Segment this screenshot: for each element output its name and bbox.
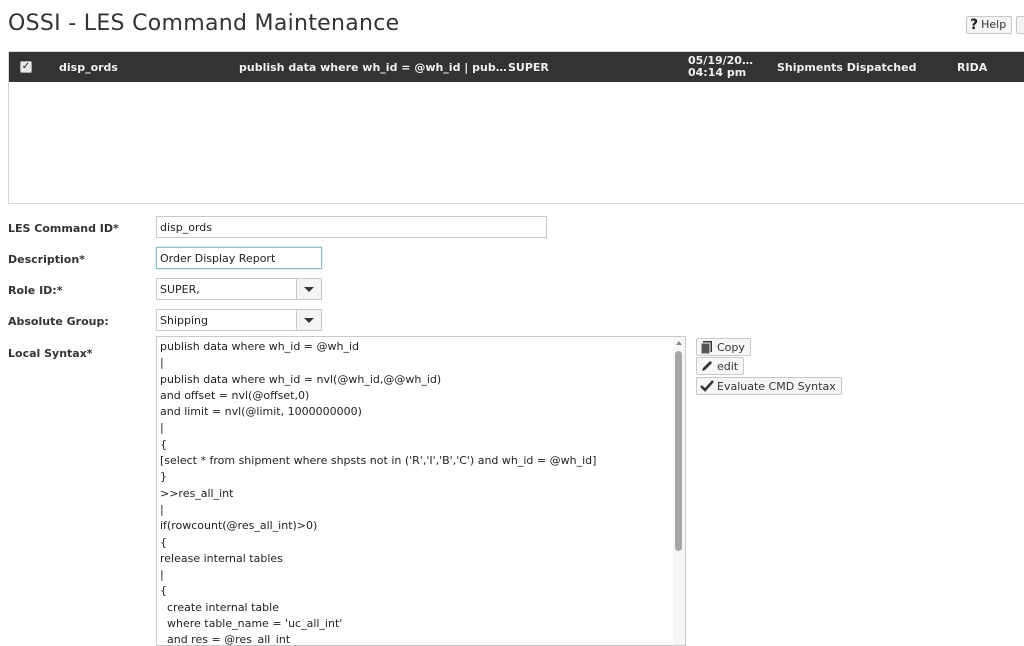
- cell-date: 05/19/20… 04:14 pm: [688, 52, 753, 82]
- syntax-line: where table_name = 'uc_all_int': [160, 617, 343, 631]
- pencil-icon: [702, 361, 712, 371]
- scrollbar[interactable]: [673, 337, 685, 645]
- description-input[interactable]: Order Display Report: [156, 247, 322, 269]
- local-syntax-textarea[interactable]: publish data where wh_id = @wh_id | publis…: [156, 336, 686, 646]
- syntax-line: publish data where wh_id = @wh_id: [160, 340, 360, 353]
- absolute-group-label: Absolute Group:: [8, 315, 109, 328]
- row-checkbox[interactable]: ✓: [20, 61, 32, 73]
- command-id-input[interactable]: disp_ords: [156, 216, 547, 238]
- checkmark-icon: [700, 380, 714, 392]
- cell-role: SUPER: [508, 60, 549, 74]
- cell-description: Shipments Dispatched: [777, 60, 917, 74]
- toolbar-overflow-button[interactable]: [1016, 16, 1024, 34]
- chevron-down-icon[interactable]: [296, 310, 321, 330]
- syntax-line: >>res_all_int: [160, 486, 234, 500]
- checkmark-icon: ✓: [21, 61, 31, 72]
- command-id-label: LES Command ID*: [8, 222, 119, 235]
- role-id-select[interactable]: SUPER,: [156, 278, 322, 300]
- evaluate-label: Evaluate CMD Syntax: [717, 379, 836, 393]
- syntax-line: and res = @res_all_int: [160, 633, 291, 646]
- syntax-line: |: [160, 502, 164, 516]
- syntax-line: if(rowcount(@res_all_int)>0): [160, 519, 318, 533]
- cell-syntax: publish data where wh_id = @wh_id | pub…: [239, 60, 507, 74]
- cell-time-value: 04:14 pm: [688, 66, 747, 79]
- syntax-line: {: [160, 584, 167, 598]
- page-title: OSSI - LES Command Maintenance: [8, 11, 400, 36]
- chevron-down-icon[interactable]: [296, 279, 321, 299]
- copy-button[interactable]: Copy: [696, 338, 751, 356]
- evaluate-syntax-button[interactable]: Evaluate CMD Syntax: [696, 377, 842, 395]
- syntax-line: and limit = nvl(@limit, 1000000000): [160, 405, 362, 419]
- copy-icon: [700, 341, 712, 354]
- copy-label: Copy: [717, 340, 745, 354]
- edit-button[interactable]: edit: [696, 357, 745, 375]
- local-syntax-label: Local Syntax*: [8, 347, 93, 360]
- cell-user: RIDA: [957, 60, 988, 74]
- command-grid: ✓ disp_ords publish data where wh_id = @…: [8, 51, 1024, 204]
- role-id-value: SUPER,: [160, 283, 200, 296]
- description-label: Description*: [8, 253, 85, 266]
- edit-label: edit: [717, 359, 739, 373]
- syntax-line: release internal tables: [160, 551, 283, 565]
- scrollbar-thumb[interactable]: [675, 351, 682, 551]
- syntax-line: }: [160, 470, 167, 484]
- syntax-line: |: [160, 568, 164, 582]
- help-label: Help: [981, 18, 1007, 31]
- cell-command-id: disp_ords: [59, 60, 118, 74]
- syntax-line: {: [160, 437, 167, 451]
- syntax-line: |: [160, 421, 164, 435]
- syntax-line: and offset = nvl(@offset,0): [160, 388, 310, 402]
- syntax-lines[interactable]: publish data where wh_id = @wh_id | publis…: [160, 339, 671, 646]
- syntax-line: |: [160, 356, 164, 370]
- help-button[interactable]: ? Help: [966, 16, 1013, 34]
- role-id-label: Role ID:*: [8, 284, 63, 297]
- syntax-line: [select * from shipment where shpsts not…: [160, 454, 597, 468]
- absolute-group-value: Shipping: [160, 314, 208, 327]
- table-row[interactable]: ✓ disp_ords publish data where wh_id = @…: [9, 52, 1024, 82]
- syntax-line: {: [160, 535, 167, 549]
- syntax-line: create internal table: [160, 600, 279, 614]
- scroll-up-arrow-icon[interactable]: [676, 341, 682, 345]
- help-question-icon: ?: [970, 17, 979, 33]
- syntax-line: publish data where wh_id = nvl(@wh_id,@@…: [160, 372, 442, 386]
- absolute-group-select[interactable]: Shipping: [156, 309, 322, 331]
